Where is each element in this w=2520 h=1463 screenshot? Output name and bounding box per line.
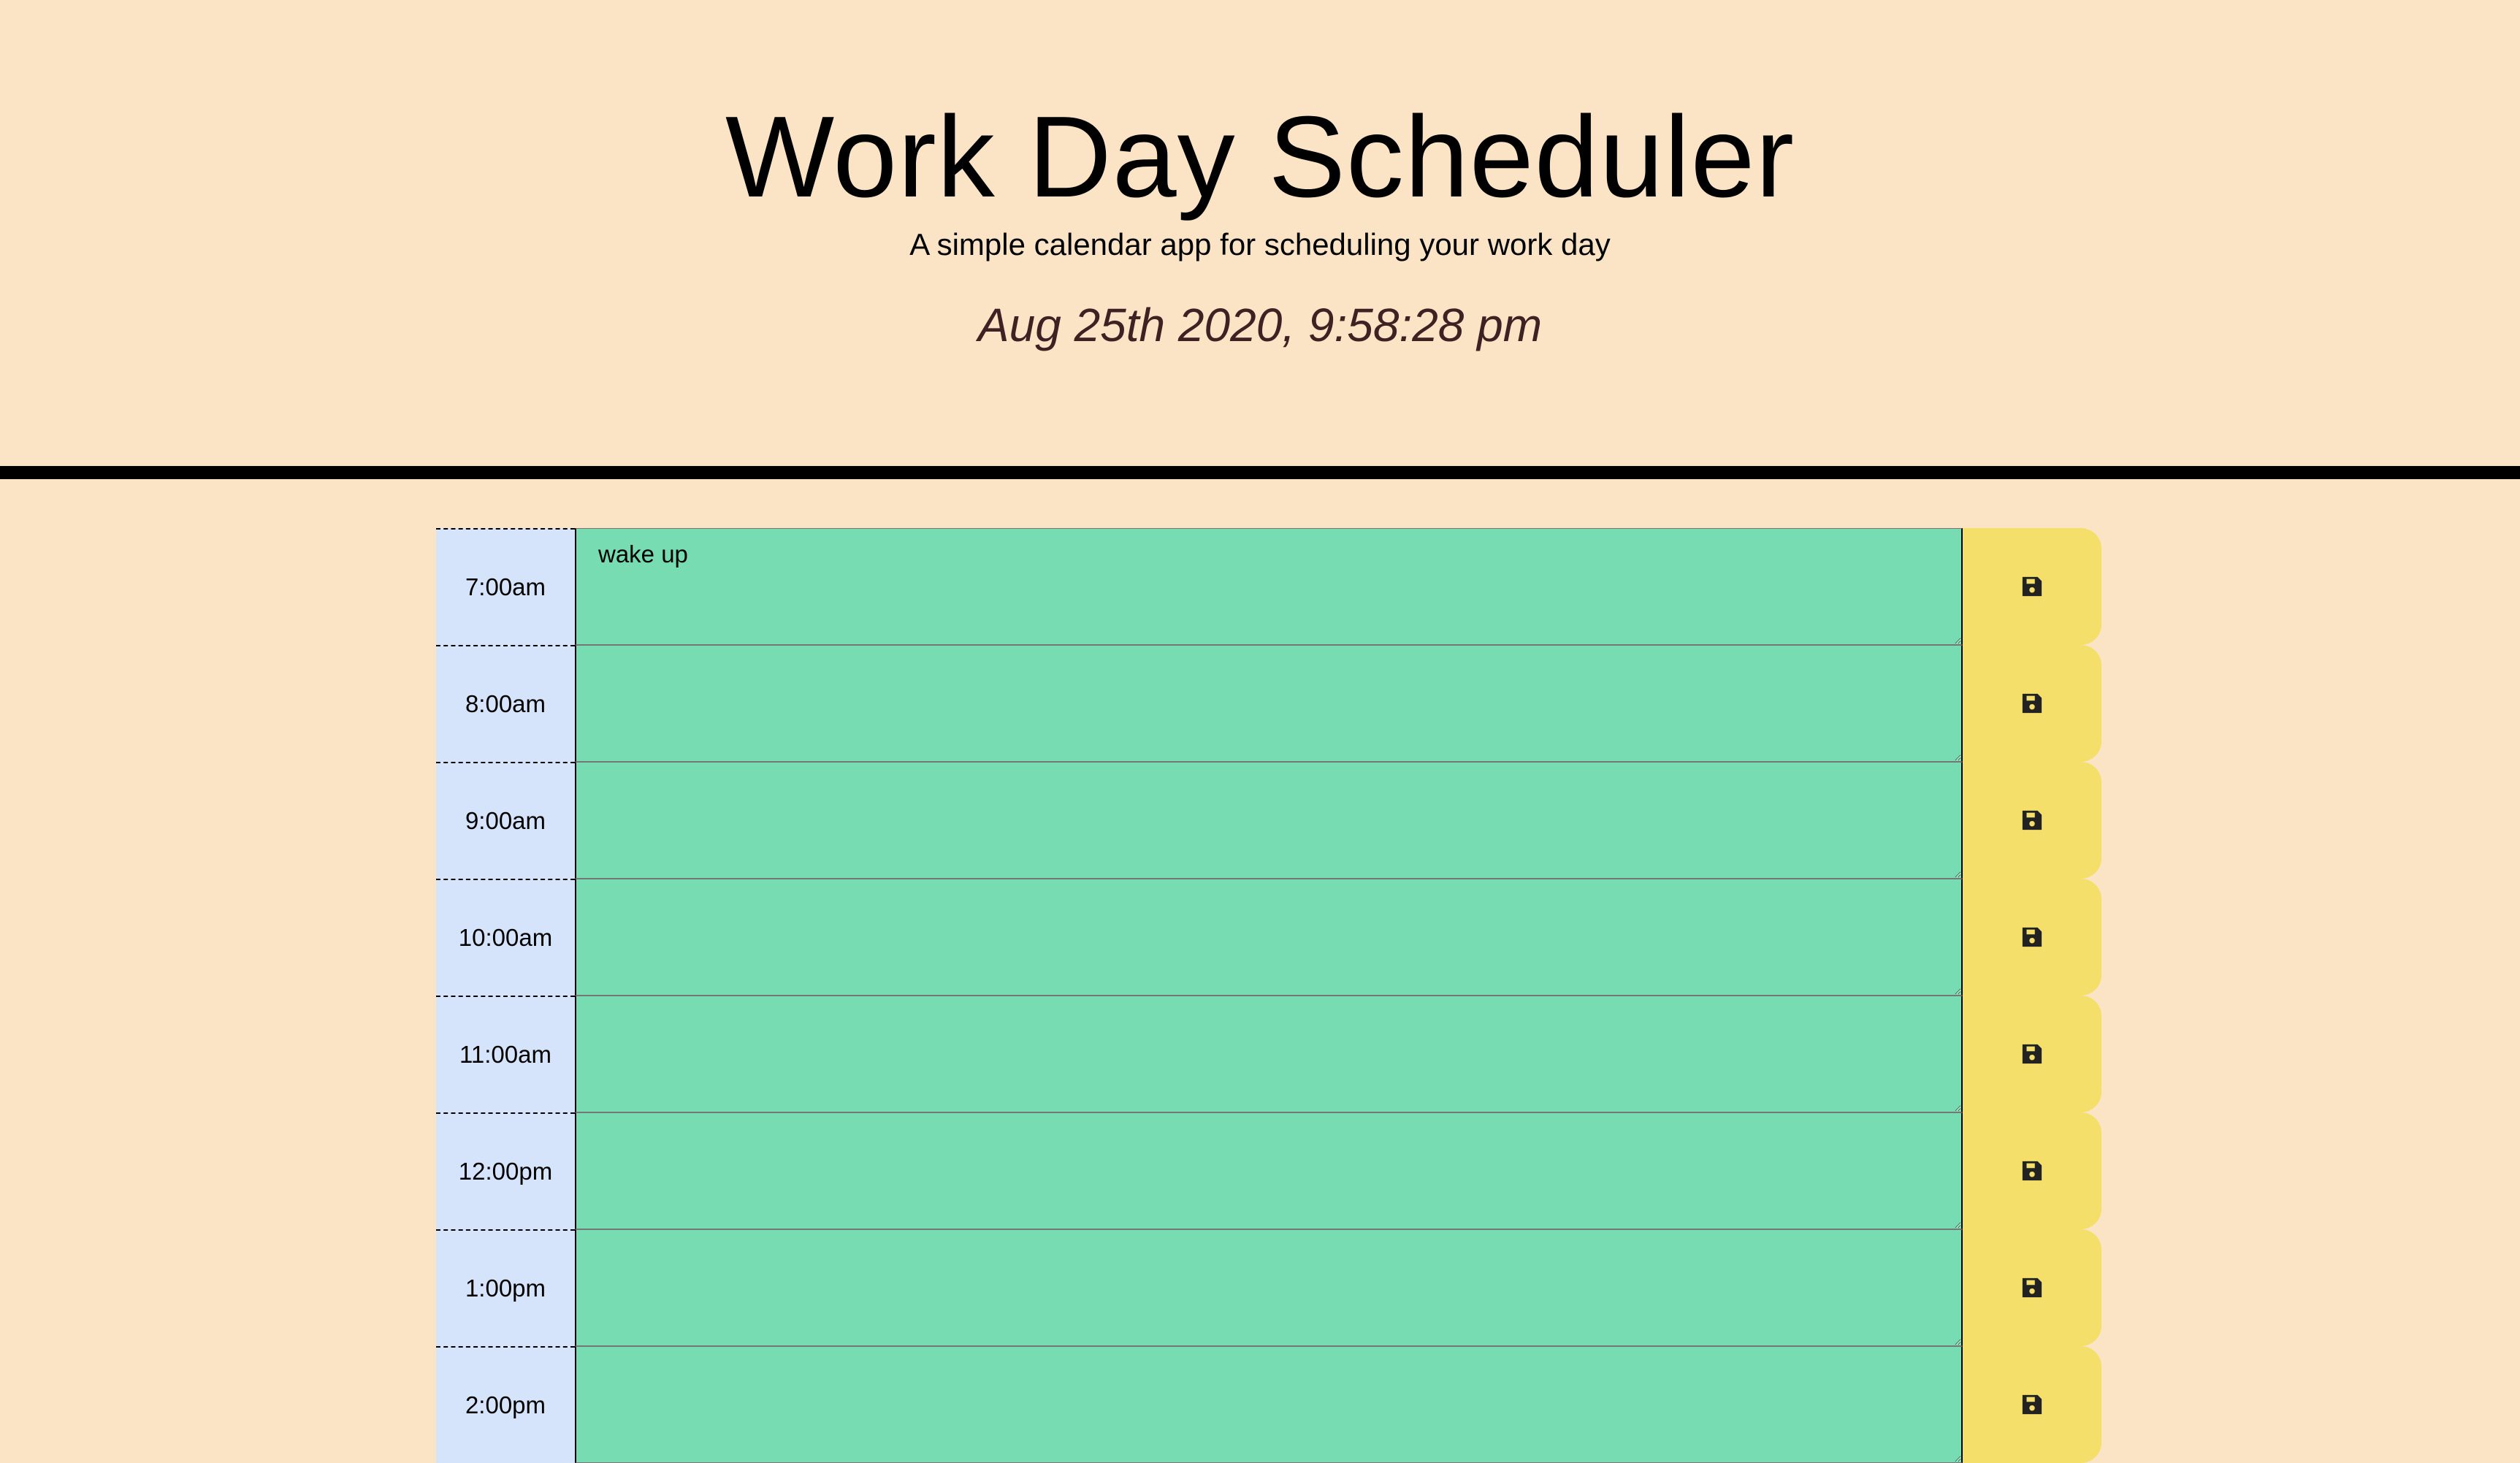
hour-label: 12:00pm xyxy=(436,1112,575,1229)
hour-label: 1:00pm xyxy=(436,1229,575,1346)
event-description-input[interactable] xyxy=(575,762,1963,879)
floppy-disk-icon xyxy=(2022,693,2042,714)
header: Work Day Scheduler A simple calendar app… xyxy=(0,0,2520,479)
time-block-row: 12:00pm xyxy=(436,1112,2101,1229)
event-description-input[interactable] xyxy=(575,1346,1963,1463)
save-button[interactable] xyxy=(1963,1346,2101,1463)
save-button[interactable] xyxy=(1963,879,2101,996)
hour-label: 11:00am xyxy=(436,996,575,1112)
time-block-row: 11:00am xyxy=(436,996,2101,1112)
save-button[interactable] xyxy=(1963,1112,2101,1229)
floppy-disk-icon xyxy=(2022,810,2042,830)
save-button[interactable] xyxy=(1963,1229,2101,1346)
event-description-input[interactable]: wake up xyxy=(575,528,1963,645)
save-button[interactable] xyxy=(1963,645,2101,762)
event-description-input[interactable] xyxy=(575,645,1963,762)
floppy-disk-icon xyxy=(2022,1161,2042,1181)
floppy-disk-icon xyxy=(2022,1394,2042,1415)
hour-label: 7:00am xyxy=(436,528,575,645)
hour-label: 9:00am xyxy=(436,762,575,879)
floppy-disk-icon xyxy=(2022,927,2042,947)
current-datetime: Aug 25th 2020, 9:58:28 pm xyxy=(977,299,1543,351)
event-description-input[interactable] xyxy=(575,1112,1963,1229)
floppy-disk-icon xyxy=(2022,1044,2042,1064)
page-subtitle: A simple calendar app for scheduling you… xyxy=(909,227,1611,261)
save-button[interactable] xyxy=(1963,528,2101,645)
event-description-input[interactable] xyxy=(575,879,1963,996)
hour-label: 10:00am xyxy=(436,879,575,996)
floppy-disk-icon xyxy=(2022,1277,2042,1298)
time-block-row: 1:00pm xyxy=(436,1229,2101,1346)
time-block-row: 8:00am xyxy=(436,645,2101,762)
time-block-row: 2:00pm xyxy=(436,1346,2101,1463)
save-button[interactable] xyxy=(1963,996,2101,1112)
event-description-input[interactable] xyxy=(575,1229,1963,1346)
time-block-row: 9:00am xyxy=(436,762,2101,879)
save-button[interactable] xyxy=(1963,762,2101,879)
hour-label: 2:00pm xyxy=(436,1346,575,1463)
floppy-disk-icon xyxy=(2022,576,2042,597)
event-description-input[interactable] xyxy=(575,996,1963,1112)
hour-label: 8:00am xyxy=(436,645,575,762)
time-block-row: 10:00am xyxy=(436,879,2101,996)
time-block-row: 7:00am wake up xyxy=(436,528,2101,645)
schedule-container: 7:00am wake up 8:00am 9:00am 10:00am 11:… xyxy=(436,528,2101,1463)
page-title: Work Day Scheduler xyxy=(725,93,1795,221)
